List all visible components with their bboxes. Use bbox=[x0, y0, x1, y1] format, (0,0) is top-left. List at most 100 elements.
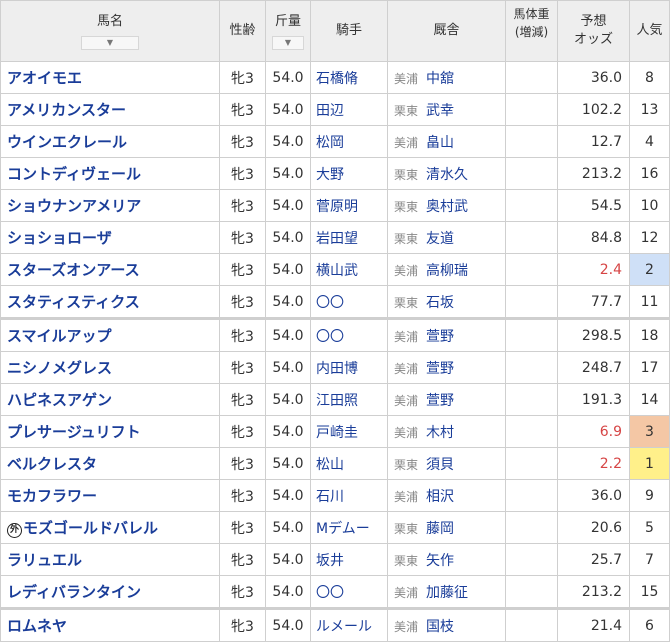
horse-name-link[interactable]: スマイルアップ bbox=[7, 327, 112, 345]
header-body-weight-label: 馬体重 bbox=[513, 7, 550, 21]
jockey-link[interactable]: 〇〇 bbox=[316, 329, 344, 345]
horse-name-link[interactable]: ロムネヤ bbox=[7, 617, 67, 635]
jockey-link[interactable]: Mデムー bbox=[316, 521, 370, 537]
horse-name-link[interactable]: アメリカンスター bbox=[7, 101, 126, 119]
odds-cell: 36.0 bbox=[557, 61, 630, 94]
popularity-cell: 15 bbox=[629, 575, 670, 609]
stable-region: 美浦 bbox=[394, 619, 419, 634]
stable-region: 栗東 bbox=[394, 295, 419, 310]
jockey-cell: Mデムー bbox=[310, 511, 388, 544]
horse-name-link[interactable]: レディバランタイン bbox=[7, 583, 141, 601]
trainer-link[interactable]: 畠山 bbox=[426, 135, 454, 151]
body-weight-cell bbox=[505, 253, 558, 286]
odds-cell: 84.8 bbox=[557, 221, 630, 254]
stable-region: 美浦 bbox=[394, 329, 419, 344]
trainer-link[interactable]: 高柳瑞 bbox=[426, 263, 468, 279]
trainer-link[interactable]: 国枝 bbox=[426, 619, 454, 635]
body-weight-cell bbox=[505, 415, 558, 448]
horse-name-link[interactable]: アオイモエ bbox=[7, 69, 82, 87]
horse-name-cell: ラリュエル bbox=[0, 543, 220, 576]
chevron-down-icon[interactable]: ▼ bbox=[81, 35, 139, 50]
trainer-link[interactable]: 石坂 bbox=[426, 295, 454, 311]
horse-name-link[interactable]: ウインエクレール bbox=[7, 133, 127, 151]
jockey-cell: 横山武 bbox=[310, 253, 388, 286]
horse-name-link[interactable]: コントディヴェール bbox=[7, 165, 141, 183]
jockey-link[interactable]: 横山武 bbox=[316, 263, 358, 279]
table-row: ハピネスアゲン 牝3 54.0 江田照 美浦 萱野 191.3 14 bbox=[0, 383, 670, 416]
jockey-link[interactable]: 大野 bbox=[316, 167, 344, 183]
jockey-link[interactable]: 菅原明 bbox=[316, 199, 358, 215]
body-weight-cell bbox=[505, 317, 558, 352]
horse-name-link[interactable]: ラリュエル bbox=[7, 551, 82, 569]
stable-region: 美浦 bbox=[394, 361, 419, 376]
header-odds-line2: オッズ bbox=[573, 32, 613, 47]
table-row: ショウナンアメリア 牝3 54.0 菅原明 栗東 奥村武 54.5 10 bbox=[0, 189, 670, 222]
trainer-link[interactable]: 清水久 bbox=[426, 167, 468, 183]
jockey-link[interactable]: 岩田望 bbox=[316, 231, 358, 247]
horse-name-link[interactable]: スターズオンアース bbox=[7, 261, 140, 279]
jockey-cell: 田辺 bbox=[310, 93, 388, 126]
body-weight-cell bbox=[505, 93, 558, 126]
jockey-link[interactable]: 松山 bbox=[316, 457, 344, 473]
trainer-link[interactable]: 相沢 bbox=[426, 489, 454, 505]
horse-name-link[interactable]: ハピネスアゲン bbox=[7, 391, 112, 409]
trainer-link[interactable]: 藤岡 bbox=[426, 521, 454, 537]
popularity-cell: 18 bbox=[629, 317, 670, 352]
odds-cell: 2.4 bbox=[557, 253, 630, 286]
header-jockey-label: 騎手 bbox=[335, 23, 362, 38]
jockey-link[interactable]: 江田照 bbox=[316, 393, 358, 409]
jockey-link[interactable]: 田辺 bbox=[316, 103, 344, 119]
table-row: レディバランタイン 牝3 54.0 〇〇 美浦 加藤征 213.2 15 bbox=[0, 575, 670, 609]
trainer-link[interactable]: 奥村武 bbox=[426, 199, 468, 215]
horse-name-link[interactable]: スタティスティクス bbox=[7, 293, 140, 311]
weight-cell: 54.0 bbox=[265, 93, 311, 126]
stable-region: 栗東 bbox=[394, 199, 419, 214]
jockey-link[interactable]: 〇〇 bbox=[316, 295, 344, 311]
trainer-link[interactable]: 萱野 bbox=[426, 393, 454, 409]
trainer-link[interactable]: 萱野 bbox=[426, 329, 454, 345]
jockey-link[interactable]: 坂井 bbox=[316, 553, 344, 569]
table-row: ニシノメグレス 牝3 54.0 内田博 美浦 萱野 248.7 17 bbox=[0, 351, 670, 384]
table-row: アオイモエ 牝3 54.0 石橋脩 美浦 中舘 36.0 8 bbox=[0, 61, 670, 94]
body-weight-cell bbox=[505, 221, 558, 254]
chevron-down-icon[interactable]: ▼ bbox=[272, 35, 304, 50]
horse-name-link[interactable]: ベルクレスタ bbox=[7, 455, 97, 473]
header-weight[interactable]: 斤量 ▼ bbox=[265, 0, 311, 62]
jockey-link[interactable]: ルメール bbox=[316, 619, 372, 635]
horse-name-link[interactable]: ニシノメグレス bbox=[7, 359, 112, 377]
header-odds: 予想 オッズ bbox=[557, 0, 630, 62]
weight-cell: 54.0 bbox=[265, 511, 311, 544]
trainer-link[interactable]: 中舘 bbox=[426, 71, 454, 87]
horse-name-link[interactable]: モカフラワー bbox=[7, 487, 97, 505]
sex-age-cell: 牝3 bbox=[219, 285, 266, 319]
jockey-cell: 石橋脩 bbox=[310, 61, 388, 94]
trainer-link[interactable]: 木村 bbox=[426, 425, 454, 441]
horse-name-link[interactable]: ショウナンアメリア bbox=[7, 197, 141, 215]
horse-name-link[interactable]: ショショローザ bbox=[7, 229, 112, 247]
header-name[interactable]: 馬名 ▼ bbox=[0, 0, 220, 62]
sex-age-cell: 牝3 bbox=[219, 253, 266, 286]
jockey-link[interactable]: 内田博 bbox=[316, 361, 358, 377]
jockey-link[interactable]: 〇〇 bbox=[316, 585, 344, 601]
jockey-link[interactable]: 石川 bbox=[316, 489, 344, 505]
horse-name-link[interactable]: プレサージュリフト bbox=[7, 423, 141, 441]
body-weight-cell bbox=[505, 383, 558, 416]
trainer-link[interactable]: 武幸 bbox=[426, 103, 454, 119]
jockey-cell: 戸崎圭 bbox=[310, 415, 388, 448]
trainer-link[interactable]: 須貝 bbox=[426, 457, 454, 473]
table-row: スタティスティクス 牝3 54.0 〇〇 栗東 石坂 77.7 11 bbox=[0, 285, 670, 319]
trainer-link[interactable]: 矢作 bbox=[426, 553, 454, 569]
horse-name-cell: モカフラワー bbox=[0, 479, 220, 512]
jockey-link[interactable]: 戸崎圭 bbox=[316, 425, 358, 441]
jockey-link[interactable]: 松岡 bbox=[316, 135, 344, 151]
entry-table: 馬名 ▼ 性齢 斤量 ▼ 騎手 厩舎 馬体重 (増減) 予想 オッズ 人気 アオ… bbox=[0, 0, 670, 642]
stable-region: 美浦 bbox=[394, 263, 419, 278]
horse-name-link[interactable]: モズゴールドバレル bbox=[23, 519, 158, 537]
trainer-link[interactable]: 萱野 bbox=[426, 361, 454, 377]
trainer-link[interactable]: 加藤征 bbox=[426, 585, 468, 601]
jockey-link[interactable]: 石橋脩 bbox=[316, 71, 358, 87]
trainer-link[interactable]: 友道 bbox=[426, 231, 454, 247]
stable-cell: 美浦 萱野 bbox=[387, 351, 506, 384]
body-weight-cell bbox=[505, 511, 558, 544]
header-body-weight: 馬体重 (増減) bbox=[505, 0, 558, 62]
